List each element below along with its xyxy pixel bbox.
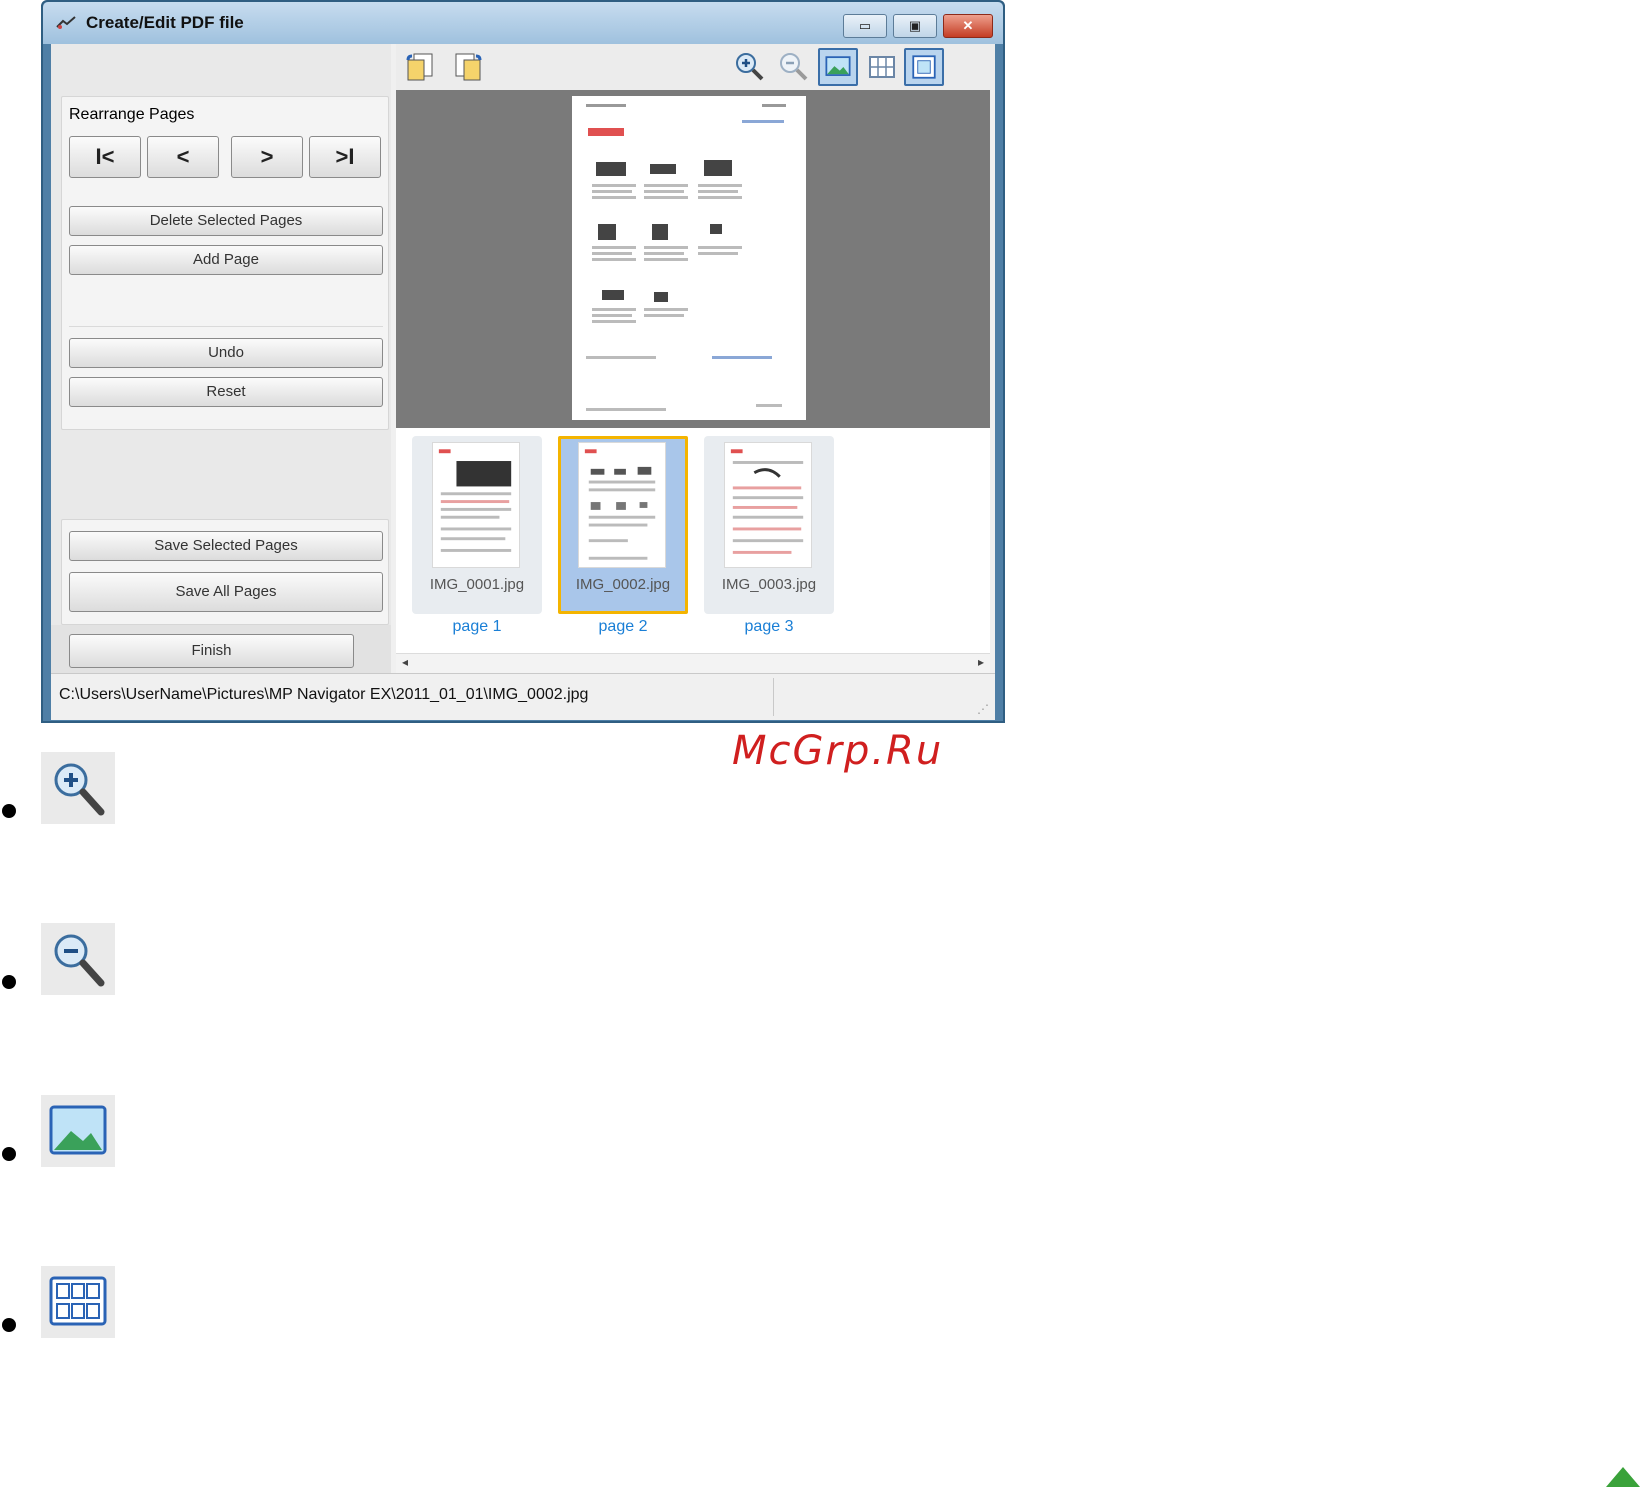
zoom-in-icon bbox=[41, 752, 115, 824]
horizontal-scrollbar[interactable]: ◂ ▸ bbox=[396, 653, 990, 673]
window-client-area: Rearrange Pages I< < > >I Delete Selecte… bbox=[51, 44, 995, 720]
back-to-top-icon[interactable] bbox=[1604, 1465, 1642, 1489]
app-icon bbox=[56, 16, 76, 29]
scroll-left-icon[interactable]: ◂ bbox=[402, 655, 408, 669]
thumbnail-image bbox=[724, 442, 812, 568]
thumbnail-page-3[interactable]: IMG_0003.jpg bbox=[704, 436, 834, 614]
delete-selected-pages-button[interactable]: Delete Selected Pages bbox=[69, 206, 383, 236]
reset-button[interactable]: Reset bbox=[69, 377, 383, 407]
minimize-button[interactable]: ▭ bbox=[843, 14, 887, 38]
page-link-3[interactable]: page 3 bbox=[704, 618, 834, 636]
undo-button[interactable]: Undo bbox=[69, 338, 383, 368]
preview-view-icon bbox=[41, 1095, 115, 1167]
thumbnail-grid-icon[interactable] bbox=[864, 50, 900, 84]
finish-button[interactable]: Finish bbox=[69, 634, 354, 668]
separator bbox=[69, 326, 383, 327]
thumbnail-image bbox=[578, 442, 666, 568]
status-bar: C:\Users\UserName\Pictures\MP Navigator … bbox=[51, 673, 995, 720]
preview-page-image bbox=[572, 96, 806, 420]
list-bullet bbox=[2, 1318, 16, 1332]
maximize-button[interactable]: ▣ bbox=[893, 14, 937, 38]
left-pane: Rearrange Pages I< < > >I Delete Selecte… bbox=[51, 44, 391, 673]
move-previous-button[interactable]: < bbox=[147, 136, 219, 178]
zoom-out-icon bbox=[41, 923, 115, 995]
file-path-status: C:\Users\UserName\Pictures\MP Navigator … bbox=[59, 686, 589, 703]
zoom-in-icon[interactable] bbox=[732, 50, 768, 84]
page-link-2[interactable]: page 2 bbox=[558, 618, 688, 636]
resize-grip-icon[interactable]: ⋰ bbox=[977, 702, 989, 716]
move-to-first-button[interactable]: I< bbox=[69, 136, 141, 178]
list-bullet bbox=[2, 1147, 16, 1161]
zoom-out-icon[interactable] bbox=[776, 50, 812, 84]
save-all-pages-button[interactable]: Save All Pages bbox=[69, 572, 383, 612]
rotate-left-icon[interactable] bbox=[404, 50, 440, 84]
thumbnail-image bbox=[432, 442, 520, 568]
move-next-button[interactable]: > bbox=[231, 136, 303, 178]
fit-page-icon[interactable] bbox=[904, 48, 944, 86]
right-pane: IMG_0001.jpg page 1 IMG_0002.jpg page 2 bbox=[396, 44, 995, 673]
thumbnail-grid-icon bbox=[41, 1266, 115, 1338]
scroll-right-icon[interactable]: ▸ bbox=[978, 655, 984, 669]
thumbnail-filename: IMG_0002.jpg bbox=[575, 576, 671, 593]
thumbnail-filename: IMG_0003.jpg bbox=[721, 576, 817, 593]
toolbar bbox=[396, 44, 995, 90]
list-bullet bbox=[2, 804, 16, 818]
page-link-1[interactable]: page 1 bbox=[412, 618, 542, 636]
list-bullet bbox=[2, 975, 16, 989]
page-preview-area[interactable] bbox=[396, 90, 990, 428]
title-bar[interactable]: Create/Edit PDF file ▭ ▣ ✕ bbox=[43, 2, 1003, 44]
rearrange-pages-label: Rearrange Pages bbox=[69, 106, 195, 123]
status-divider bbox=[773, 678, 774, 716]
create-edit-pdf-window: Create/Edit PDF file ▭ ▣ ✕ Rearrange Pag… bbox=[41, 0, 1005, 723]
move-to-last-button[interactable]: >I bbox=[309, 136, 381, 178]
thumbnail-filename: IMG_0001.jpg bbox=[429, 576, 525, 593]
thumbnail-page-1[interactable]: IMG_0001.jpg bbox=[412, 436, 542, 614]
window-title: Create/Edit PDF file bbox=[86, 13, 244, 32]
preview-view-icon[interactable] bbox=[818, 48, 858, 86]
rotate-right-icon[interactable] bbox=[450, 50, 486, 84]
save-selected-pages-button[interactable]: Save Selected Pages bbox=[69, 531, 383, 561]
close-button[interactable]: ✕ bbox=[943, 14, 993, 38]
thumbnail-strip: IMG_0001.jpg page 1 IMG_0002.jpg page 2 bbox=[396, 428, 990, 653]
watermark: McGrp.Ru bbox=[732, 728, 944, 774]
thumbnail-page-2[interactable]: IMG_0002.jpg bbox=[558, 436, 688, 614]
add-page-button[interactable]: Add Page bbox=[69, 245, 383, 275]
